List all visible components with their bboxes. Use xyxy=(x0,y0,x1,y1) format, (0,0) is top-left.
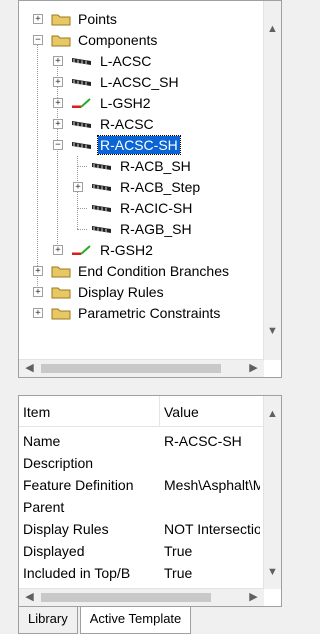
tree-item-label: L-GSH2 xyxy=(100,95,151,111)
tree-item[interactable]: R-GSH2 xyxy=(71,240,155,260)
tree-item-label: R-AGB_SH xyxy=(120,221,192,237)
scroll-down-icon[interactable]: ▼ xyxy=(264,564,281,581)
scroll-up-icon[interactable]: ▲ xyxy=(264,406,281,423)
expand-icon[interactable]: + xyxy=(33,308,43,318)
expand-icon[interactable]: + xyxy=(73,182,83,192)
header-item: Item xyxy=(23,404,51,420)
properties-grid[interactable]: Item Value Name R-ACSC-SH Description Featu… xyxy=(18,395,282,607)
property-name: Display Rules xyxy=(23,521,109,537)
folder-icon xyxy=(51,266,71,278)
grid-hscroll-thumb[interactable] xyxy=(41,593,211,602)
tree-item-label: R-ACSC xyxy=(100,116,154,132)
tree-item-label: L-ACSC_SH xyxy=(100,74,179,90)
template-tree[interactable]: + Points − Components + L-ACSC + L-ACSC_SH + L-GS… xyxy=(18,0,282,378)
tree-item[interactable]: Display Rules xyxy=(51,282,166,302)
grid-row[interactable]: Name R-ACSC-SH xyxy=(19,430,264,452)
tree-item[interactable]: R-ACB_SH xyxy=(91,156,193,176)
property-name: Feature Definition xyxy=(23,477,134,493)
shoulder-component-icon xyxy=(72,245,91,255)
property-value[interactable]: True xyxy=(164,565,260,581)
tree-item-label: R-ACSC-SH xyxy=(97,135,181,155)
scroll-up-icon[interactable]: ▲ xyxy=(264,21,281,38)
scroll-right-icon[interactable]: ▶ xyxy=(245,589,262,606)
scroll-down-icon[interactable]: ▼ xyxy=(264,323,281,340)
grid-vertical-scrollbar[interactable]: ▲ ▼ xyxy=(263,396,281,589)
folder-icon xyxy=(51,287,71,299)
tree-horizontal-scrollbar[interactable]: ◀ ▶ xyxy=(19,359,264,377)
grid-row[interactable]: Included in Top/B True xyxy=(19,562,264,584)
tree-item-label: R-ACB_SH xyxy=(120,158,191,174)
property-name: Description xyxy=(23,455,94,471)
scroll-left-icon[interactable]: ◀ xyxy=(21,360,38,377)
tree-vertical-scrollbar[interactable]: ▲ ▼ xyxy=(263,1,281,360)
tree-item-label: Points xyxy=(78,11,117,27)
scroll-left-icon[interactable]: ◀ xyxy=(21,589,38,606)
header-value: Value xyxy=(164,404,199,420)
property-name: Parent xyxy=(23,499,65,515)
shoulder-component-icon xyxy=(72,98,91,108)
tree-item[interactable]: End Condition Branches xyxy=(51,261,231,281)
expand-icon[interactable]: + xyxy=(33,287,43,297)
tab-library[interactable]: Library xyxy=(18,607,78,634)
expand-icon[interactable]: + xyxy=(53,77,63,87)
tree-item-label: Display Rules xyxy=(78,284,164,300)
tree-item[interactable]: L-ACSC_SH xyxy=(71,72,181,92)
pavement-component-icon xyxy=(72,121,91,128)
expand-icon[interactable]: + xyxy=(53,98,63,108)
pavement-component-icon xyxy=(92,226,111,233)
scroll-right-icon[interactable]: ▶ xyxy=(245,360,262,377)
tree-item[interactable]: R-ACSC xyxy=(71,114,156,134)
folder-icon xyxy=(51,35,71,47)
pavement-component-icon xyxy=(72,58,91,65)
tree-item[interactable]: R-ACIC-SH xyxy=(91,198,194,218)
tab-active-template[interactable]: Active Template xyxy=(79,607,192,634)
grid-row[interactable]: Feature Definition Mesh\Asphalt\M xyxy=(19,474,264,496)
pavement-component-icon xyxy=(92,205,111,212)
property-name: Name xyxy=(23,433,61,449)
tree-item-label: R-GSH2 xyxy=(100,242,153,258)
grid-row[interactable]: Description xyxy=(19,452,264,474)
pavement-component-icon xyxy=(72,79,91,86)
grid-row[interactable]: Displayed True xyxy=(19,540,264,562)
tree-item[interactable]: Points xyxy=(51,9,119,29)
tree-item-label: End Condition Branches xyxy=(78,263,229,279)
tree-item-label: R-ACIC-SH xyxy=(120,200,193,216)
expand-icon[interactable]: + xyxy=(53,245,63,255)
pavement-component-icon xyxy=(72,142,91,149)
expand-icon[interactable]: + xyxy=(33,14,43,24)
expand-icon[interactable]: + xyxy=(33,266,43,276)
expand-icon[interactable]: + xyxy=(53,56,63,66)
tree-item[interactable]: R-AGB_SH xyxy=(91,219,194,239)
column-divider[interactable] xyxy=(159,396,160,426)
pavement-component-icon xyxy=(92,163,111,170)
property-name: Included in Top/B xyxy=(23,565,131,581)
folder-icon xyxy=(51,308,71,320)
tree-item[interactable]: R-ACB_Step xyxy=(91,177,202,197)
tree-item[interactable]: L-GSH2 xyxy=(71,93,153,113)
grid-row[interactable]: Display Rules NOT Intersection xyxy=(19,518,264,540)
collapse-icon[interactable]: − xyxy=(33,35,43,45)
grid-horizontal-scrollbar[interactable]: ◀ ▶ xyxy=(19,588,264,606)
tree-item[interactable]: Components xyxy=(51,30,159,50)
property-name: Displayed xyxy=(23,543,85,559)
tree-item-label: Components xyxy=(78,32,158,48)
tree-item-label: L-ACSC xyxy=(100,53,152,69)
tree-item[interactable]: R-ACSC-SH xyxy=(71,135,181,155)
tree-item-label: Parametric Constraints xyxy=(78,305,221,321)
pavement-component-icon xyxy=(92,184,111,191)
tree-item-label: R-ACB_Step xyxy=(120,179,201,195)
collapse-icon[interactable]: − xyxy=(53,140,63,150)
property-value[interactable]: Mesh\Asphalt\M xyxy=(164,477,260,493)
property-value[interactable]: NOT Intersection xyxy=(164,521,260,537)
property-value[interactable]: True xyxy=(164,543,260,559)
grid-row[interactable]: Parent xyxy=(19,496,264,518)
expand-icon[interactable]: + xyxy=(53,119,63,129)
bottom-tab-strip: Library Active Template xyxy=(18,607,193,634)
property-value[interactable]: R-ACSC-SH xyxy=(164,433,260,449)
tree-item[interactable]: L-ACSC xyxy=(71,51,153,71)
tree-item[interactable]: Parametric Constraints xyxy=(51,303,222,323)
tree-hscroll-thumb[interactable] xyxy=(41,364,221,373)
folder-icon xyxy=(51,14,71,26)
grid-header: Item Value xyxy=(19,396,264,427)
